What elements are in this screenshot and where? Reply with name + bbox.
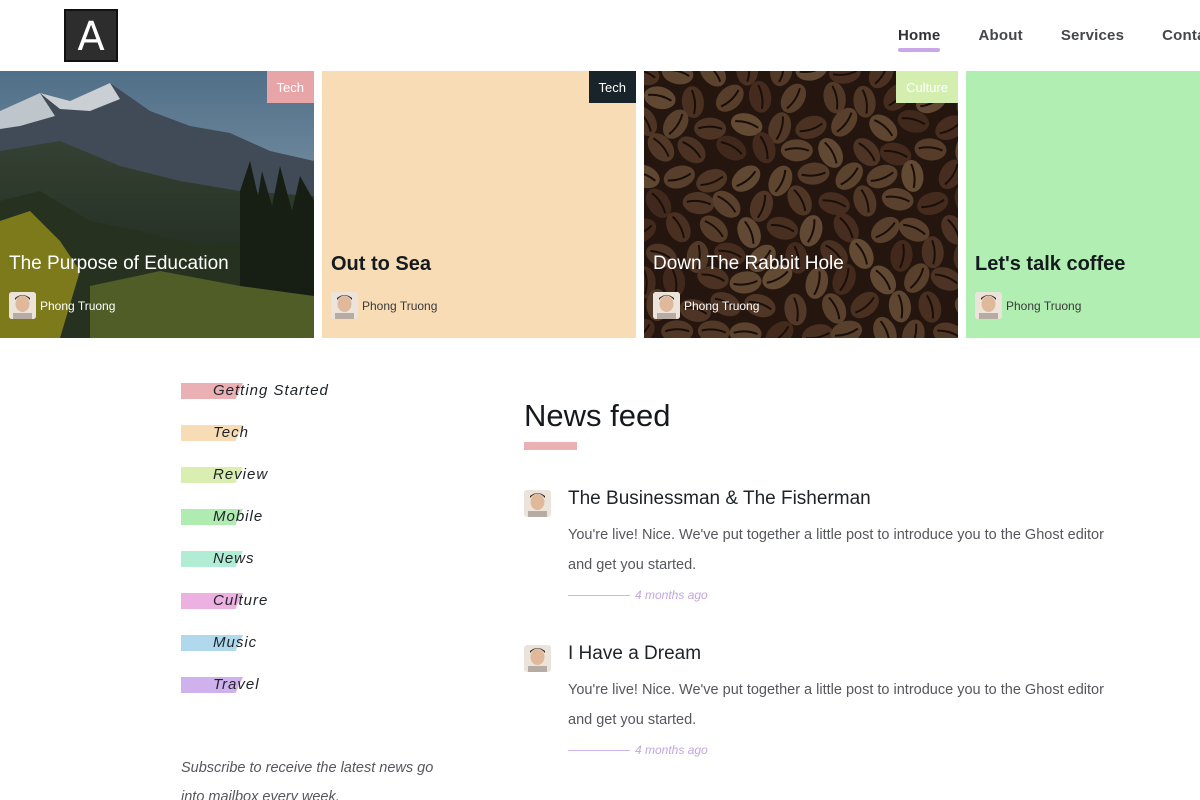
post-title[interactable]: The Businessman & The Fisherman [568,488,871,510]
news-feed-title: News feed [524,398,671,433]
author-name: Phong Truong [1006,298,1082,313]
nav-services[interactable]: Services [1061,27,1124,50]
author-avatar [331,292,358,319]
post-tag[interactable]: Tech [588,71,636,103]
category-mobile[interactable]: Mobile [181,506,461,548]
logo-letter: A [77,13,105,60]
category-music[interactable]: Music [181,632,461,674]
main-nav: Home About Services Conta [898,27,1200,52]
category-label: Music [213,634,258,651]
category-getting-started[interactable]: Getting Started [181,380,461,422]
featured-title[interactable]: Let's talk coffee [975,253,1125,276]
category-list: Getting Started Tech Review Mobile News … [181,380,461,716]
nav-about[interactable]: About [978,27,1022,50]
nav-contact[interactable]: Conta [1162,27,1200,50]
post-date: 4 months ago [635,743,708,757]
category-label: News [213,550,255,567]
post-meta: 4 months ago [568,588,708,602]
category-label: Mobile [213,508,264,525]
post-author[interactable]: Phong Truong [9,292,115,319]
subscribe-text: Subscribe to receive the latest news go … [181,760,434,800]
author-avatar[interactable] [524,645,551,672]
featured-posts: Tech The Purpose of Education Phong Truo… [0,71,1200,338]
featured-title[interactable]: The Purpose of Education [9,253,229,275]
meta-line [568,749,630,751]
author-name: Phong Truong [684,298,760,313]
post-excerpt: You're live! Nice. We've put together a … [568,527,1104,573]
nav-home[interactable]: Home [898,27,941,52]
site-header: A Home About Services Conta [0,0,1200,71]
category-culture[interactable]: Culture [181,590,461,632]
category-label: Getting Started [213,382,329,399]
featured-card-down-the-rabbit-hole[interactable]: Culture Down The Rabbit Hole Phong Truon… [644,71,958,338]
author-avatar [653,292,680,319]
featured-title[interactable]: Out to Sea [331,253,431,276]
post-author[interactable]: Phong Truong [331,292,437,319]
featured-card-purpose-of-education[interactable]: Tech The Purpose of Education Phong Truo… [0,71,314,338]
category-review[interactable]: Review [181,464,461,506]
category-news[interactable]: News [181,548,461,590]
category-tech[interactable]: Tech [181,422,461,464]
news-feed: News feed The Businessman & The Fisherma… [524,398,1144,757]
title-underline [524,442,577,450]
featured-card-lets-talk-coffee[interactable]: Let's talk coffee Phong Truong [966,71,1200,338]
author-avatar [9,292,36,319]
meta-line [568,594,630,596]
post-title[interactable]: I Have a Dream [568,643,701,665]
post-tag[interactable]: Culture [896,71,958,103]
post-author[interactable]: Phong Truong [975,292,1081,319]
author-name: Phong Truong [362,298,438,313]
author-avatar [975,292,1002,319]
site-logo[interactable]: A [64,9,118,62]
featured-card-out-to-sea[interactable]: Tech Out to Sea Phong Truong [322,71,636,338]
category-label: Travel [213,676,260,693]
author-avatar[interactable] [524,490,551,517]
category-label: Culture [213,592,269,609]
author-name: Phong Truong [40,298,116,313]
post-date: 4 months ago [635,588,708,602]
post-tag[interactable]: Tech [266,71,314,103]
category-label: Tech [213,424,249,441]
post-excerpt: You're live! Nice. We've put together a … [568,682,1104,728]
category-label: Review [213,466,269,483]
featured-title[interactable]: Down The Rabbit Hole [653,253,844,275]
post-meta: 4 months ago [568,743,708,757]
category-travel[interactable]: Travel [181,674,461,716]
post-author[interactable]: Phong Truong [653,292,759,319]
